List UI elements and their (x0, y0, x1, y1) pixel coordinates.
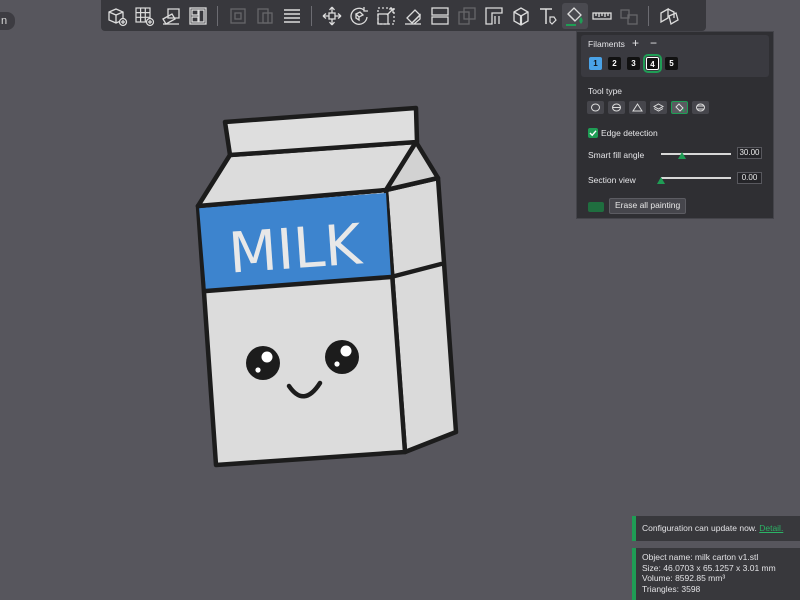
add-filament-button[interactable]: + (632, 36, 639, 50)
fill-tool-icon (675, 103, 685, 112)
color-painting-button[interactable] (561, 2, 588, 29)
milk-carton-model[interactable]: MILK (190, 100, 460, 470)
filament-chip-5[interactable]: 5 (665, 57, 678, 70)
right-eye (325, 340, 359, 374)
remove-filament-button[interactable]: − (650, 36, 657, 50)
edge-detection-checkbox[interactable] (588, 128, 598, 138)
smart-fill-angle-value[interactable]: 30.00 (737, 147, 762, 159)
split-parts-icon (256, 7, 273, 24)
update-detail-link[interactable]: Detail. (759, 523, 783, 533)
filament-chip-4[interactable]: 4 (643, 54, 662, 73)
section-view-slider[interactable] (661, 177, 731, 179)
measure-icon (591, 11, 612, 20)
orient-icon (161, 7, 180, 25)
eraser-icon (588, 202, 604, 212)
lay-on-face-icon (404, 8, 421, 25)
main-toolbar (101, 0, 706, 31)
assembly-icon (619, 8, 638, 25)
tool-type-list (587, 101, 709, 114)
color-painting-icon (565, 6, 583, 26)
triangle-tool-button[interactable] (629, 101, 646, 114)
add-object-icon (107, 7, 127, 26)
cut-button[interactable] (427, 3, 453, 29)
corner-label: n (0, 12, 15, 30)
add-plate-icon (134, 6, 154, 26)
arrange-button[interactable] (185, 3, 211, 29)
fill-tool-button[interactable] (671, 101, 688, 114)
circle-tool-button[interactable] (587, 101, 604, 114)
milk-label-text: MILK (227, 212, 365, 286)
smart-fill-angle-label: Smart fill angle (588, 150, 645, 160)
left-eye (246, 346, 280, 380)
object-size-text: Size: 46.0703 x 65.1257 x 3.01 mm (642, 562, 776, 573)
layers-editing-button[interactable] (279, 3, 305, 29)
update-notification: Configuration can update now. Detail. (632, 516, 800, 541)
object-info-panel: Object name: milk carton v1.stl Size: 46… (632, 548, 800, 600)
orient-button[interactable] (158, 3, 184, 29)
move-button[interactable] (319, 3, 345, 29)
boolean-icon (457, 6, 476, 25)
add-object-button[interactable] (104, 3, 130, 29)
add-plate-button[interactable] (131, 3, 157, 29)
toolbar-separator (217, 5, 218, 26)
scale-icon (376, 6, 395, 25)
smart-fill-angle-slider-thumb[interactable] (678, 152, 686, 159)
rotate-icon (349, 6, 368, 25)
layers-editing-icon (283, 8, 300, 23)
tool-type-label: Tool type (588, 86, 623, 96)
boolean-button[interactable] (454, 3, 480, 29)
gap-fill-tool-icon (696, 103, 705, 112)
height-range-tool-button[interactable] (650, 101, 667, 114)
assembly-view-icon (659, 7, 679, 25)
object-name-text: Object name: milk carton v1.stl (642, 552, 759, 562)
erase-all-painting-button[interactable]: Erase all painting (609, 198, 687, 214)
edge-detection-row[interactable]: Edge detection (588, 128, 658, 138)
checkmark-icon (589, 130, 597, 137)
measure-button[interactable] (589, 3, 615, 29)
filament-chip-3[interactable]: 3 (627, 57, 640, 70)
support-painting-icon (484, 6, 503, 25)
object-triangles-text: Triangles: 3598 (642, 583, 701, 594)
update-notification-text: Configuration can update now. (642, 523, 757, 533)
filaments-title: Filaments (588, 39, 625, 49)
section-view-slider-thumb[interactable] (657, 177, 665, 184)
support-painting-button[interactable] (481, 3, 507, 29)
seam-painting-icon (512, 6, 529, 26)
gap-fill-tool-button[interactable] (692, 101, 709, 114)
split-objects-button[interactable] (225, 3, 251, 29)
toolbar-separator (648, 5, 649, 26)
height-range-tool-icon (653, 103, 664, 112)
sphere-tool-button[interactable] (608, 101, 625, 114)
text-shape-button[interactable] (535, 3, 561, 29)
lay-on-face-button[interactable] (400, 3, 426, 29)
move-icon (322, 6, 341, 25)
triangle-tool-icon (632, 103, 643, 112)
sphere-tool-icon (612, 103, 621, 112)
circle-tool-icon (591, 103, 600, 112)
filament-chip-1[interactable]: 1 (589, 57, 602, 70)
scale-button[interactable] (373, 3, 399, 29)
smart-fill-angle-slider[interactable] (661, 153, 731, 155)
arrange-icon (188, 6, 207, 25)
edge-detection-label: Edge detection (601, 128, 658, 138)
seam-painting-button[interactable] (508, 3, 534, 29)
filament-list: 1 2 3 4 5 (589, 54, 678, 73)
filament-chip-2[interactable]: 2 (608, 57, 621, 70)
section-view-label: Section view (588, 175, 636, 185)
assembly-view-button[interactable] (656, 3, 682, 29)
color-painting-panel: Filaments + − 1 2 3 4 5 Tool type Edge d… (576, 31, 774, 219)
object-volume-text: Volume: 8592.85 mm³ (642, 573, 726, 583)
toolbar-separator (311, 5, 312, 26)
split-objects-icon (229, 7, 246, 24)
split-parts-button[interactable] (252, 3, 278, 29)
section-view-value[interactable]: 0.00 (737, 172, 762, 184)
cut-icon (430, 6, 449, 25)
assembly-button[interactable] (616, 3, 642, 29)
filaments-section: Filaments + − 1 2 3 4 5 (581, 35, 769, 77)
rotate-button[interactable] (346, 3, 372, 29)
text-shape-icon (539, 7, 557, 25)
